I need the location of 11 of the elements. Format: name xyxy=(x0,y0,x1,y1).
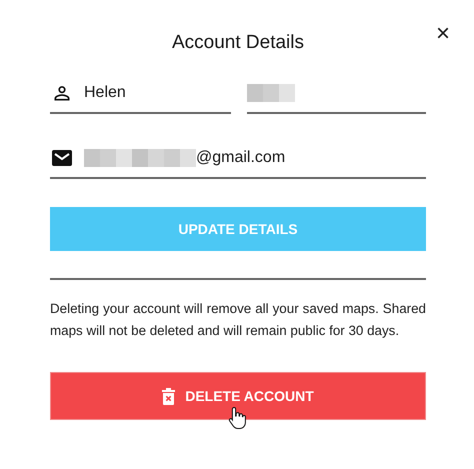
person-icon xyxy=(52,83,72,103)
field-value: Helen xyxy=(84,83,127,103)
trash-icon xyxy=(162,388,176,404)
dialog-title: Account Details xyxy=(170,31,305,55)
close-button[interactable]: × xyxy=(434,22,452,46)
field-value: @gmail.com xyxy=(196,148,286,168)
first-name-field[interactable]: Helen xyxy=(50,78,231,114)
envelope-icon xyxy=(52,150,72,166)
email-field[interactable]: @gmail.com xyxy=(50,143,426,179)
delete-account-button[interactable]: DELETE ACCOUNT xyxy=(50,372,426,420)
warning-text: Deleting your account will remove all your saved maps. Shared maps will not be deleted and will remain public for 30 days. xyxy=(50,300,426,340)
